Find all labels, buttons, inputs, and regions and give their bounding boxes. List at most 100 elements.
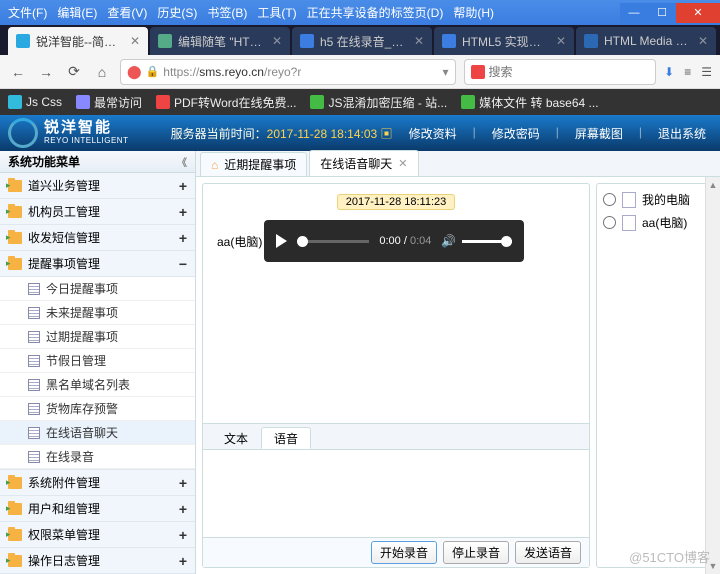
play-icon[interactable] bbox=[276, 234, 287, 248]
bookmark-item[interactable]: 媒体文件 转 base64 ... bbox=[461, 94, 598, 111]
brand-cn: 锐洋智能 bbox=[44, 120, 128, 137]
compose-tab[interactable]: 语音 bbox=[261, 427, 311, 449]
expand-icon[interactable]: + bbox=[179, 475, 187, 491]
volume-icon[interactable]: 🔊 bbox=[441, 234, 456, 248]
grid-icon bbox=[28, 427, 40, 439]
expand-icon[interactable]: − bbox=[179, 256, 187, 272]
client-radio[interactable] bbox=[603, 193, 616, 206]
client-radio[interactable] bbox=[603, 216, 616, 229]
window-close-button[interactable]: ✕ bbox=[676, 3, 720, 23]
expand-icon[interactable]: + bbox=[179, 553, 187, 569]
top-link[interactable]: 修改资料 bbox=[403, 123, 463, 144]
tab-close-icon[interactable]: ✕ bbox=[272, 34, 282, 48]
bookmark-item[interactable]: 最常访问 bbox=[76, 94, 142, 111]
audio-player[interactable]: 0:00 / 0:04 🔊 bbox=[264, 220, 524, 262]
top-link[interactable]: 退出系统 bbox=[652, 123, 712, 144]
compose-tab[interactable]: 文本 bbox=[211, 427, 261, 449]
content-tabs: ⌂近期提醒事项在线语音聊天✕ bbox=[196, 151, 720, 177]
expand-icon[interactable]: + bbox=[179, 230, 187, 246]
bookmark-icon bbox=[461, 95, 475, 109]
content-tab[interactable]: ⌂近期提醒事项 bbox=[200, 152, 307, 176]
dropdown-icon[interactable]: ▾ bbox=[443, 65, 449, 79]
menu-item[interactable]: 书签(B) bbox=[203, 2, 251, 23]
bookmark-item[interactable]: PDF转Word在线免费... bbox=[156, 94, 296, 111]
menu-item[interactable]: 帮助(H) bbox=[449, 2, 498, 23]
sidebar-group[interactable]: ▸收发短信管理+ bbox=[0, 225, 195, 251]
address-bar[interactable]: ⬤ 🔒 https://sms.reyo.cn/reyo?r ▾ bbox=[120, 59, 456, 85]
browser-tab[interactable]: 编辑随笔 "HTML5✕ bbox=[150, 27, 290, 55]
search-engine-icon[interactable] bbox=[471, 65, 485, 79]
browser-tab[interactable]: HTML5 实现录音✕ bbox=[434, 27, 574, 55]
menu-item[interactable]: 编辑(E) bbox=[53, 2, 101, 23]
sidebar-group[interactable]: ▸系统附件管理+ bbox=[0, 470, 195, 496]
expand-icon[interactable]: + bbox=[179, 178, 187, 194]
grid-icon bbox=[28, 451, 40, 463]
compose-tabs: 文本语音 bbox=[203, 423, 589, 449]
sidebar-group[interactable]: ▸机构员工管理+ bbox=[0, 199, 195, 225]
extension-icon[interactable]: ⬤ bbox=[127, 64, 142, 80]
bookmark-item[interactable]: JS混淆加密压缩 - 站... bbox=[310, 94, 447, 111]
browser-tab[interactable]: h5 在线录音_百度✕ bbox=[292, 27, 432, 55]
sidebar: 系统功能菜单《 ▸道兴业务管理+▸机构员工管理+▸收发短信管理+▸提醒事项管理−… bbox=[0, 151, 196, 574]
sidebar-item[interactable]: 在线录音 bbox=[0, 445, 195, 469]
sidebar-group[interactable]: ▸权限菜单管理+ bbox=[0, 522, 195, 548]
window-maximize-button[interactable]: ☐ bbox=[648, 3, 676, 23]
search-bar[interactable] bbox=[464, 59, 657, 85]
content-tab[interactable]: 在线语音聊天✕ bbox=[309, 150, 418, 176]
home-button[interactable]: ⌂ bbox=[92, 62, 112, 82]
back-button[interactable]: ← bbox=[8, 62, 28, 82]
top-link[interactable]: 修改密码 bbox=[486, 123, 546, 144]
sidebar-item[interactable]: 黑名单域名列表 bbox=[0, 373, 195, 397]
expand-icon[interactable]: + bbox=[179, 501, 187, 517]
folder-icon: ▸ bbox=[8, 529, 22, 541]
library-icon[interactable]: ≡ bbox=[684, 65, 691, 79]
bookmark-icon bbox=[8, 95, 22, 109]
sidebar-item[interactable]: 货物库存预警 bbox=[0, 397, 195, 421]
sidebar-item[interactable]: 节假日管理 bbox=[0, 349, 195, 373]
progress-slider[interactable] bbox=[297, 240, 369, 243]
client-item[interactable]: 我的电脑 bbox=[601, 188, 709, 211]
sidebar-item[interactable]: 今日提醒事项 bbox=[0, 277, 195, 301]
tab-close-icon[interactable]: ✕ bbox=[130, 34, 140, 48]
sidebar-group[interactable]: ▸操作日志管理+ bbox=[0, 548, 195, 574]
client-item[interactable]: aa(电脑) bbox=[601, 211, 709, 234]
expand-icon[interactable]: + bbox=[179, 204, 187, 220]
home-icon: ⌂ bbox=[211, 158, 218, 172]
menu-item[interactable]: 工具(T) bbox=[253, 2, 300, 23]
sidebar-item[interactable]: 在线语音聊天 bbox=[0, 421, 195, 445]
sidebar-group[interactable]: ▸道兴业务管理+ bbox=[0, 173, 195, 199]
window-minimize-button[interactable]: — bbox=[620, 3, 648, 23]
sidebar-group[interactable]: ▸提醒事项管理− bbox=[0, 251, 195, 277]
close-icon[interactable]: ✕ bbox=[398, 157, 407, 170]
page-icon bbox=[622, 215, 636, 231]
compose-input[interactable] bbox=[203, 449, 589, 537]
start-record-button[interactable]: 开始录音 bbox=[371, 541, 437, 564]
expand-icon[interactable]: + bbox=[179, 527, 187, 543]
menu-icon[interactable]: ☰ bbox=[701, 65, 712, 79]
menu-item[interactable]: 查看(V) bbox=[103, 2, 151, 23]
sidebar-group[interactable]: ▸用户和组管理+ bbox=[0, 496, 195, 522]
menu-item[interactable]: 历史(S) bbox=[153, 2, 201, 23]
bookmark-item[interactable]: Js Css bbox=[8, 95, 62, 109]
search-input[interactable] bbox=[489, 65, 650, 79]
sidebar-item[interactable]: 未来提醒事项 bbox=[0, 301, 195, 325]
forward-button[interactable]: → bbox=[36, 62, 56, 82]
collapse-icon[interactable]: 《 bbox=[177, 154, 187, 169]
grid-icon bbox=[28, 355, 40, 367]
menu-item[interactable]: 文件(F) bbox=[4, 2, 51, 23]
url-text: https://sms.reyo.cn/reyo?r bbox=[163, 65, 438, 79]
scrollbar[interactable]: ▲▼ bbox=[705, 177, 720, 574]
browser-tab[interactable]: 锐洋智能--简洁、易✕ bbox=[8, 27, 148, 55]
stop-record-button[interactable]: 停止录音 bbox=[443, 541, 509, 564]
browser-tab[interactable]: HTML Media Cap✕ bbox=[576, 27, 716, 55]
send-voice-button[interactable]: 发送语音 bbox=[515, 541, 581, 564]
menu-item[interactable]: 正在共享设备的标签页(D) bbox=[303, 2, 448, 23]
top-link[interactable]: 屏幕截图 bbox=[569, 123, 629, 144]
volume-slider[interactable] bbox=[462, 240, 512, 243]
download-icon[interactable]: ⬇ bbox=[664, 65, 674, 79]
tab-close-icon[interactable]: ✕ bbox=[414, 34, 424, 48]
tab-close-icon[interactable]: ✕ bbox=[556, 34, 566, 48]
reload-button[interactable]: ⟳ bbox=[64, 62, 84, 82]
sidebar-item[interactable]: 过期提醒事项 bbox=[0, 325, 195, 349]
tab-close-icon[interactable]: ✕ bbox=[698, 34, 708, 48]
